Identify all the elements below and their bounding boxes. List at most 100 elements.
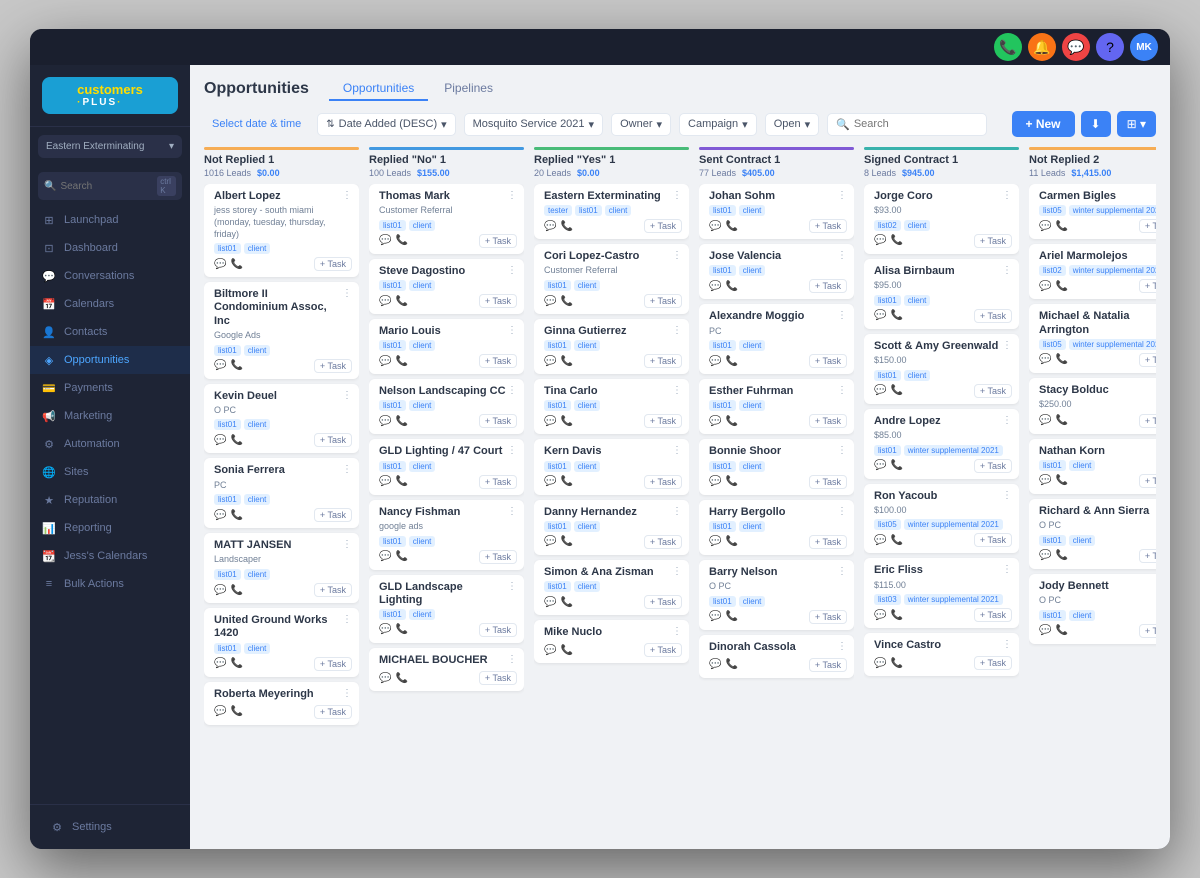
add-task-button[interactable]: + Task xyxy=(974,608,1012,622)
card-menu-icon[interactable]: ⋮ xyxy=(672,385,682,396)
add-task-button[interactable]: + Task xyxy=(479,623,517,637)
add-task-button[interactable]: + Task xyxy=(974,384,1012,398)
kanban-card[interactable]: Dinorah Cassola ⋮ 💬 📞 + Task xyxy=(699,635,854,678)
kanban-card[interactable]: Harry Bergollo ⋮ list01client 💬 📞 + Task xyxy=(699,500,854,555)
card-menu-icon[interactable]: ⋮ xyxy=(342,464,352,475)
kanban-card[interactable]: Bonnie Shoor ⋮ list01client 💬 📞 + Task xyxy=(699,439,854,494)
add-task-button[interactable]: + Task xyxy=(809,475,847,489)
card-menu-icon[interactable]: ⋮ xyxy=(507,385,517,396)
card-menu-icon[interactable]: ⋮ xyxy=(507,654,517,665)
card-menu-icon[interactable]: ⋮ xyxy=(672,190,682,201)
add-task-button[interactable]: + Task xyxy=(479,294,517,308)
owner-filter[interactable]: Owner ▾ xyxy=(611,113,671,136)
sidebar-item-opportunities[interactable]: ◈ Opportunities xyxy=(30,346,190,374)
add-task-button[interactable]: + Task xyxy=(644,643,682,657)
search-filter[interactable]: 🔍 xyxy=(827,113,987,136)
add-task-button[interactable]: + Task xyxy=(644,595,682,609)
sidebar-search[interactable]: 🔍 ctrl K xyxy=(38,172,182,200)
add-task-button[interactable]: + Task xyxy=(809,610,847,624)
sidebar-item-sites[interactable]: 🌐 Sites xyxy=(30,458,190,486)
kanban-card[interactable]: Eric Fliss ⋮ $115.00 list03winter supple… xyxy=(864,558,1019,628)
kanban-card[interactable]: Thomas Mark ⋮ Customer Referral list01cl… xyxy=(369,184,524,254)
sidebar-item-reputation[interactable]: ★ Reputation xyxy=(30,486,190,514)
card-menu-icon[interactable]: ⋮ xyxy=(672,626,682,637)
tab-pipelines[interactable]: Pipelines xyxy=(430,77,507,101)
kanban-card[interactable]: Sonia Ferrera ⋮ PC list01client 💬 📞 + Ta… xyxy=(204,458,359,528)
kanban-card[interactable]: Stacy Bolduc ⋮ $250.00 💬 📞 + Task xyxy=(1029,378,1156,434)
tab-opportunities[interactable]: Opportunities xyxy=(329,77,428,101)
add-task-button[interactable]: + Task xyxy=(644,414,682,428)
add-task-button[interactable]: + Task xyxy=(314,508,352,522)
kanban-card[interactable]: Simon & Ana Zisman ⋮ list01client 💬 📞 + … xyxy=(534,560,689,615)
add-task-button[interactable]: + Task xyxy=(1139,279,1156,293)
card-menu-icon[interactable]: ⋮ xyxy=(1002,639,1012,650)
kanban-card[interactable]: Roberta Meyeringh ⋮ 💬 📞 + Task xyxy=(204,682,359,725)
card-menu-icon[interactable]: ⋮ xyxy=(837,385,847,396)
add-task-button[interactable]: + Task xyxy=(809,414,847,428)
card-menu-icon[interactable]: ⋮ xyxy=(342,190,352,201)
kanban-card[interactable]: Biltmore II Condominium Assoc, Inc ⋮ Goo… xyxy=(204,282,359,378)
add-task-button[interactable]: + Task xyxy=(809,535,847,549)
add-task-button[interactable]: + Task xyxy=(809,354,847,368)
sidebar-item-dashboard[interactable]: ⊡ Dashboard xyxy=(30,234,190,262)
kanban-card[interactable]: MATT JANSEN ⋮ Landscaper list01client 💬 … xyxy=(204,533,359,603)
add-task-button[interactable]: + Task xyxy=(314,657,352,671)
filter-search-input[interactable] xyxy=(854,118,978,130)
kanban-card[interactable]: Cori Lopez-Castro ⋮ Customer Referral li… xyxy=(534,244,689,314)
kanban-card[interactable]: Scott & Amy Greenwald ⋮ $150.00 list01cl… xyxy=(864,334,1019,404)
kanban-card[interactable]: Kern Davis ⋮ list01client 💬 📞 + Task xyxy=(534,439,689,494)
kanban-card[interactable]: United Ground Works 1420 ⋮ list01client … xyxy=(204,608,359,676)
add-task-button[interactable]: + Task xyxy=(314,705,352,719)
kanban-card[interactable]: Tina Carlo ⋮ list01client 💬 📞 + Task xyxy=(534,379,689,434)
card-menu-icon[interactable]: ⋮ xyxy=(837,310,847,321)
add-task-button[interactable]: + Task xyxy=(314,433,352,447)
kanban-card[interactable]: Michael & Natalia Arrington ⋮ list05wint… xyxy=(1029,304,1156,372)
message-icon[interactable]: 💬 xyxy=(1062,33,1090,61)
kanban-card[interactable]: Jody Bennett ⋮ O PC list01client 💬 📞 + T… xyxy=(1029,574,1156,644)
kanban-card[interactable]: Nathan Korn ⋮ list01client 💬 📞 + Task xyxy=(1029,439,1156,494)
card-menu-icon[interactable]: ⋮ xyxy=(837,190,847,201)
add-task-button[interactable]: + Task xyxy=(974,309,1012,323)
kanban-card[interactable]: Jorge Coro ⋮ $93.00 list02client 💬 📞 + T… xyxy=(864,184,1019,254)
card-menu-icon[interactable]: ⋮ xyxy=(507,265,517,276)
kanban-card[interactable]: Richard & Ann Sierra ⋮ O PC list01client… xyxy=(1029,499,1156,569)
account-selector[interactable]: Eastern Exterminating ▾ xyxy=(38,135,182,158)
sidebar-item-conversations[interactable]: 💬 Conversations xyxy=(30,262,190,290)
kanban-card[interactable]: Mike Nuclo ⋮ 💬 📞 + Task xyxy=(534,620,689,663)
add-task-button[interactable]: + Task xyxy=(644,535,682,549)
add-task-button[interactable]: + Task xyxy=(974,234,1012,248)
kanban-card[interactable]: Ron Yacoub ⋮ $100.00 list05winter supple… xyxy=(864,484,1019,554)
card-menu-icon[interactable]: ⋮ xyxy=(342,614,352,625)
card-menu-icon[interactable]: ⋮ xyxy=(1002,340,1012,351)
card-menu-icon[interactable]: ⋮ xyxy=(672,506,682,517)
kanban-card[interactable]: Jose Valencia ⋮ list01client 💬 📞 + Task xyxy=(699,244,854,299)
sidebar-item-jess-calendars[interactable]: 📆 Jess's Calendars xyxy=(30,542,190,570)
card-menu-icon[interactable]: ⋮ xyxy=(837,641,847,652)
card-menu-icon[interactable]: ⋮ xyxy=(1002,490,1012,501)
add-task-button[interactable]: + Task xyxy=(809,279,847,293)
card-menu-icon[interactable]: ⋮ xyxy=(672,250,682,261)
sort-filter[interactable]: ⇅ Date Added (DESC) ▾ xyxy=(317,113,455,136)
view-button[interactable]: ⊞ ▾ xyxy=(1117,111,1156,137)
card-menu-icon[interactable]: ⋮ xyxy=(837,250,847,261)
add-task-button[interactable]: + Task xyxy=(974,533,1012,547)
add-task-button[interactable]: + Task xyxy=(1139,219,1156,233)
add-task-button[interactable]: + Task xyxy=(1139,474,1156,488)
card-menu-icon[interactable]: ⋮ xyxy=(837,566,847,577)
add-task-button[interactable]: + Task xyxy=(809,658,847,672)
kanban-card[interactable]: Barry Nelson ⋮ O PC list01client 💬 📞 + T… xyxy=(699,560,854,630)
add-task-button[interactable]: + Task xyxy=(479,414,517,428)
new-button[interactable]: + New xyxy=(1012,111,1075,137)
add-task-button[interactable]: + Task xyxy=(809,219,847,233)
add-task-button[interactable]: + Task xyxy=(644,475,682,489)
card-menu-icon[interactable]: ⋮ xyxy=(672,325,682,336)
add-task-button[interactable]: + Task xyxy=(314,359,352,373)
kanban-card[interactable]: Alisa Birnbaum ⋮ $95.00 list01client 💬 📞… xyxy=(864,259,1019,329)
sidebar-item-payments[interactable]: 💳 Payments xyxy=(30,374,190,402)
add-task-button[interactable]: + Task xyxy=(479,550,517,564)
kanban-card[interactable]: Albert Lopez ⋮ jess storey - south miami… xyxy=(204,184,359,277)
card-menu-icon[interactable]: ⋮ xyxy=(1002,190,1012,201)
sidebar-item-settings[interactable]: ⚙ Settings xyxy=(38,813,182,841)
card-menu-icon[interactable]: ⋮ xyxy=(672,445,682,456)
add-task-button[interactable]: + Task xyxy=(479,475,517,489)
